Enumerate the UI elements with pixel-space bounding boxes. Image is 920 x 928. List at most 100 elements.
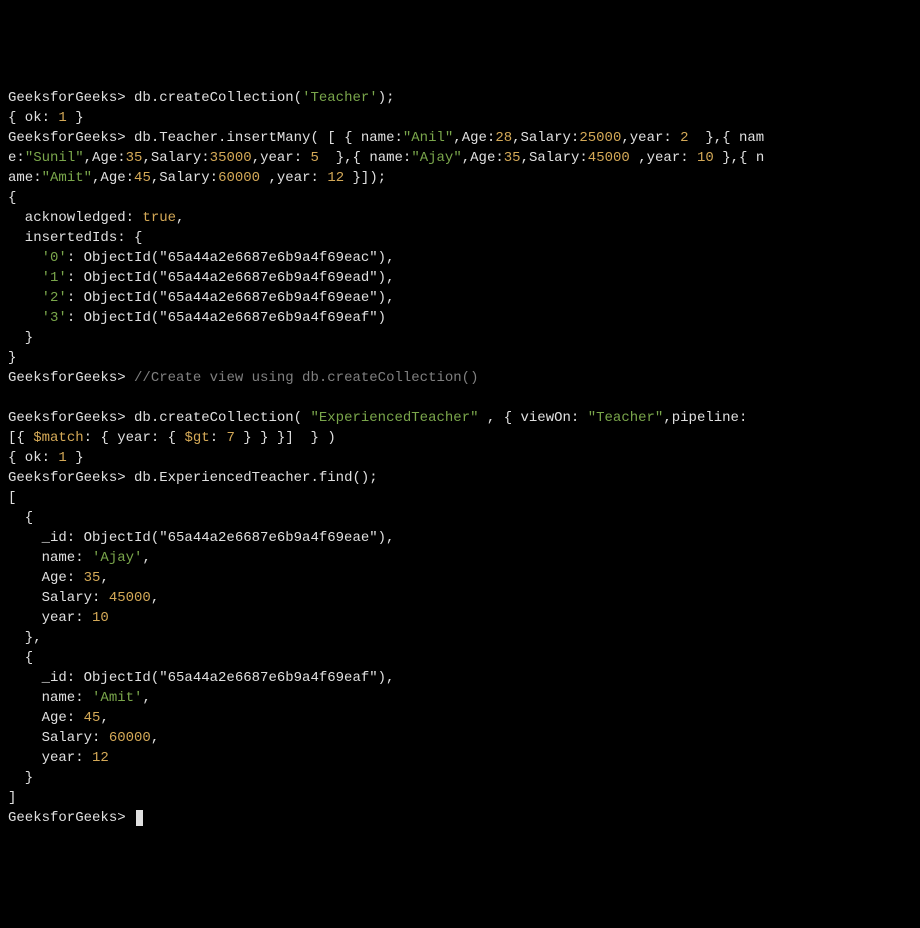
command-text: },{ name: <box>319 150 411 166</box>
string-literal: "ExperiencedTeacher" <box>310 410 478 426</box>
number-literal: 45 <box>134 170 151 186</box>
command-text: ,year: <box>260 170 327 186</box>
command-text: e: <box>8 150 25 166</box>
string-literal: "Teacher" <box>588 410 664 426</box>
output-brace: { <box>8 190 16 206</box>
comment-text: //Create view using db.createCollection(… <box>134 370 478 386</box>
objectid-value: : ObjectId("65a44a2e6687e6b9a4f69ead"), <box>67 270 395 286</box>
command-text: ,Salary: <box>151 170 218 186</box>
command-text: ,Salary: <box>512 130 579 146</box>
command-text: ,Age: <box>453 130 495 146</box>
output-field: _id: ObjectId("65a44a2e6687e6b9a4f69eaf"… <box>8 670 394 686</box>
output-brace: } <box>8 770 33 786</box>
output-text: , <box>151 730 159 746</box>
command-text: ,Age: <box>462 150 504 166</box>
command-text: }]); <box>344 170 386 186</box>
command-text: db.createCollection( <box>134 410 310 426</box>
object-key: '3' <box>42 310 67 326</box>
output-text: } <box>67 110 84 126</box>
number-literal: 45000 <box>588 150 630 166</box>
object-key: '0' <box>42 250 67 266</box>
number-literal: 12 <box>327 170 344 186</box>
string-literal: "Amit" <box>42 170 92 186</box>
command-text: db.createCollection( <box>134 90 302 106</box>
object-key: '2' <box>42 290 67 306</box>
number-literal: 1 <box>58 110 66 126</box>
output-bracket: [ <box>8 490 16 506</box>
string-literal: "Ajay" <box>411 150 461 166</box>
output-text: { ok: <box>8 110 58 126</box>
command-text: },{ n <box>714 150 764 166</box>
output-field: Age: <box>8 710 84 726</box>
string-literal: "Anil" <box>403 130 453 146</box>
output-field: insertedIds: { <box>8 230 142 246</box>
objectid-value: : ObjectId("65a44a2e6687e6b9a4f69eae"), <box>67 290 395 306</box>
number-literal: 60000 <box>218 170 260 186</box>
number-literal: 10 <box>697 150 714 166</box>
output-text: , <box>176 210 184 226</box>
number-literal: 7 <box>227 430 235 446</box>
output-brace: } <box>8 330 33 346</box>
command-text: : <box>210 430 227 446</box>
command-text: },{ nam <box>689 130 765 146</box>
command-text: ,Salary: <box>142 150 209 166</box>
cursor-icon[interactable] <box>136 810 143 826</box>
output-text: { ok: <box>8 450 58 466</box>
command-text: ,year: <box>252 150 311 166</box>
command-text: : { year: { <box>84 430 185 446</box>
command-text: db.Teacher.insertMany( [ { name: <box>134 130 403 146</box>
output-field: Salary: <box>8 730 109 746</box>
output-field: acknowledged: <box>8 210 142 226</box>
output-text: , <box>142 690 150 706</box>
command-text: ame: <box>8 170 42 186</box>
command-text: ,year: <box>630 150 697 166</box>
output-field: Age: <box>8 570 84 586</box>
command-text: ,Salary: <box>521 150 588 166</box>
number-literal: 60000 <box>109 730 151 746</box>
string-literal: "Sunil" <box>25 150 84 166</box>
number-literal: 10 <box>92 610 109 626</box>
command-text: ,Age: <box>84 150 126 166</box>
command-text: ,pipeline: <box>663 410 747 426</box>
prompt: GeeksforGeeks> <box>8 410 126 426</box>
string-literal: 'Amit' <box>92 690 142 706</box>
output-brace: { <box>8 510 33 526</box>
number-literal: 45000 <box>109 590 151 606</box>
object-key: '1' <box>42 270 67 286</box>
objectid-value: : ObjectId("65a44a2e6687e6b9a4f69eaf") <box>67 310 386 326</box>
command-text: ); <box>378 90 395 106</box>
terminal-output: GeeksforGeeks> db.createCollection('Teac… <box>8 88 912 828</box>
command-text: , { viewOn: <box>479 410 588 426</box>
output-text: , <box>100 570 108 586</box>
number-literal: 25000 <box>579 130 621 146</box>
number-literal: 35 <box>126 150 143 166</box>
string-literal: 'Teacher' <box>302 90 378 106</box>
output-field: name: <box>8 550 92 566</box>
command-text: ,Age: <box>92 170 134 186</box>
prompt: GeeksforGeeks> <box>8 470 126 486</box>
command-text: db.ExperiencedTeacher.find(); <box>134 470 378 486</box>
output-bracket: ] <box>8 790 16 806</box>
output-field: year: <box>8 750 92 766</box>
number-literal: 45 <box>84 710 101 726</box>
operator: $match <box>33 430 83 446</box>
command-text: ,year: <box>621 130 680 146</box>
command-text: } } }] } ) <box>235 430 336 446</box>
output-brace: { <box>8 650 33 666</box>
command-text: [{ <box>8 430 33 446</box>
output-field: name: <box>8 690 92 706</box>
number-literal: 28 <box>495 130 512 146</box>
prompt: GeeksforGeeks> <box>8 90 126 106</box>
output-brace: }, <box>8 630 42 646</box>
output-brace: } <box>8 350 16 366</box>
boolean-literal: true <box>142 210 176 226</box>
number-literal: 35 <box>504 150 521 166</box>
objectid-value: : ObjectId("65a44a2e6687e6b9a4f69eac"), <box>67 250 395 266</box>
string-literal: 'Ajay' <box>92 550 142 566</box>
number-literal: 5 <box>311 150 319 166</box>
number-literal: 35000 <box>210 150 252 166</box>
prompt: GeeksforGeeks> <box>8 130 126 146</box>
output-field: Salary: <box>8 590 109 606</box>
output-text: , <box>142 550 150 566</box>
number-literal: 12 <box>92 750 109 766</box>
